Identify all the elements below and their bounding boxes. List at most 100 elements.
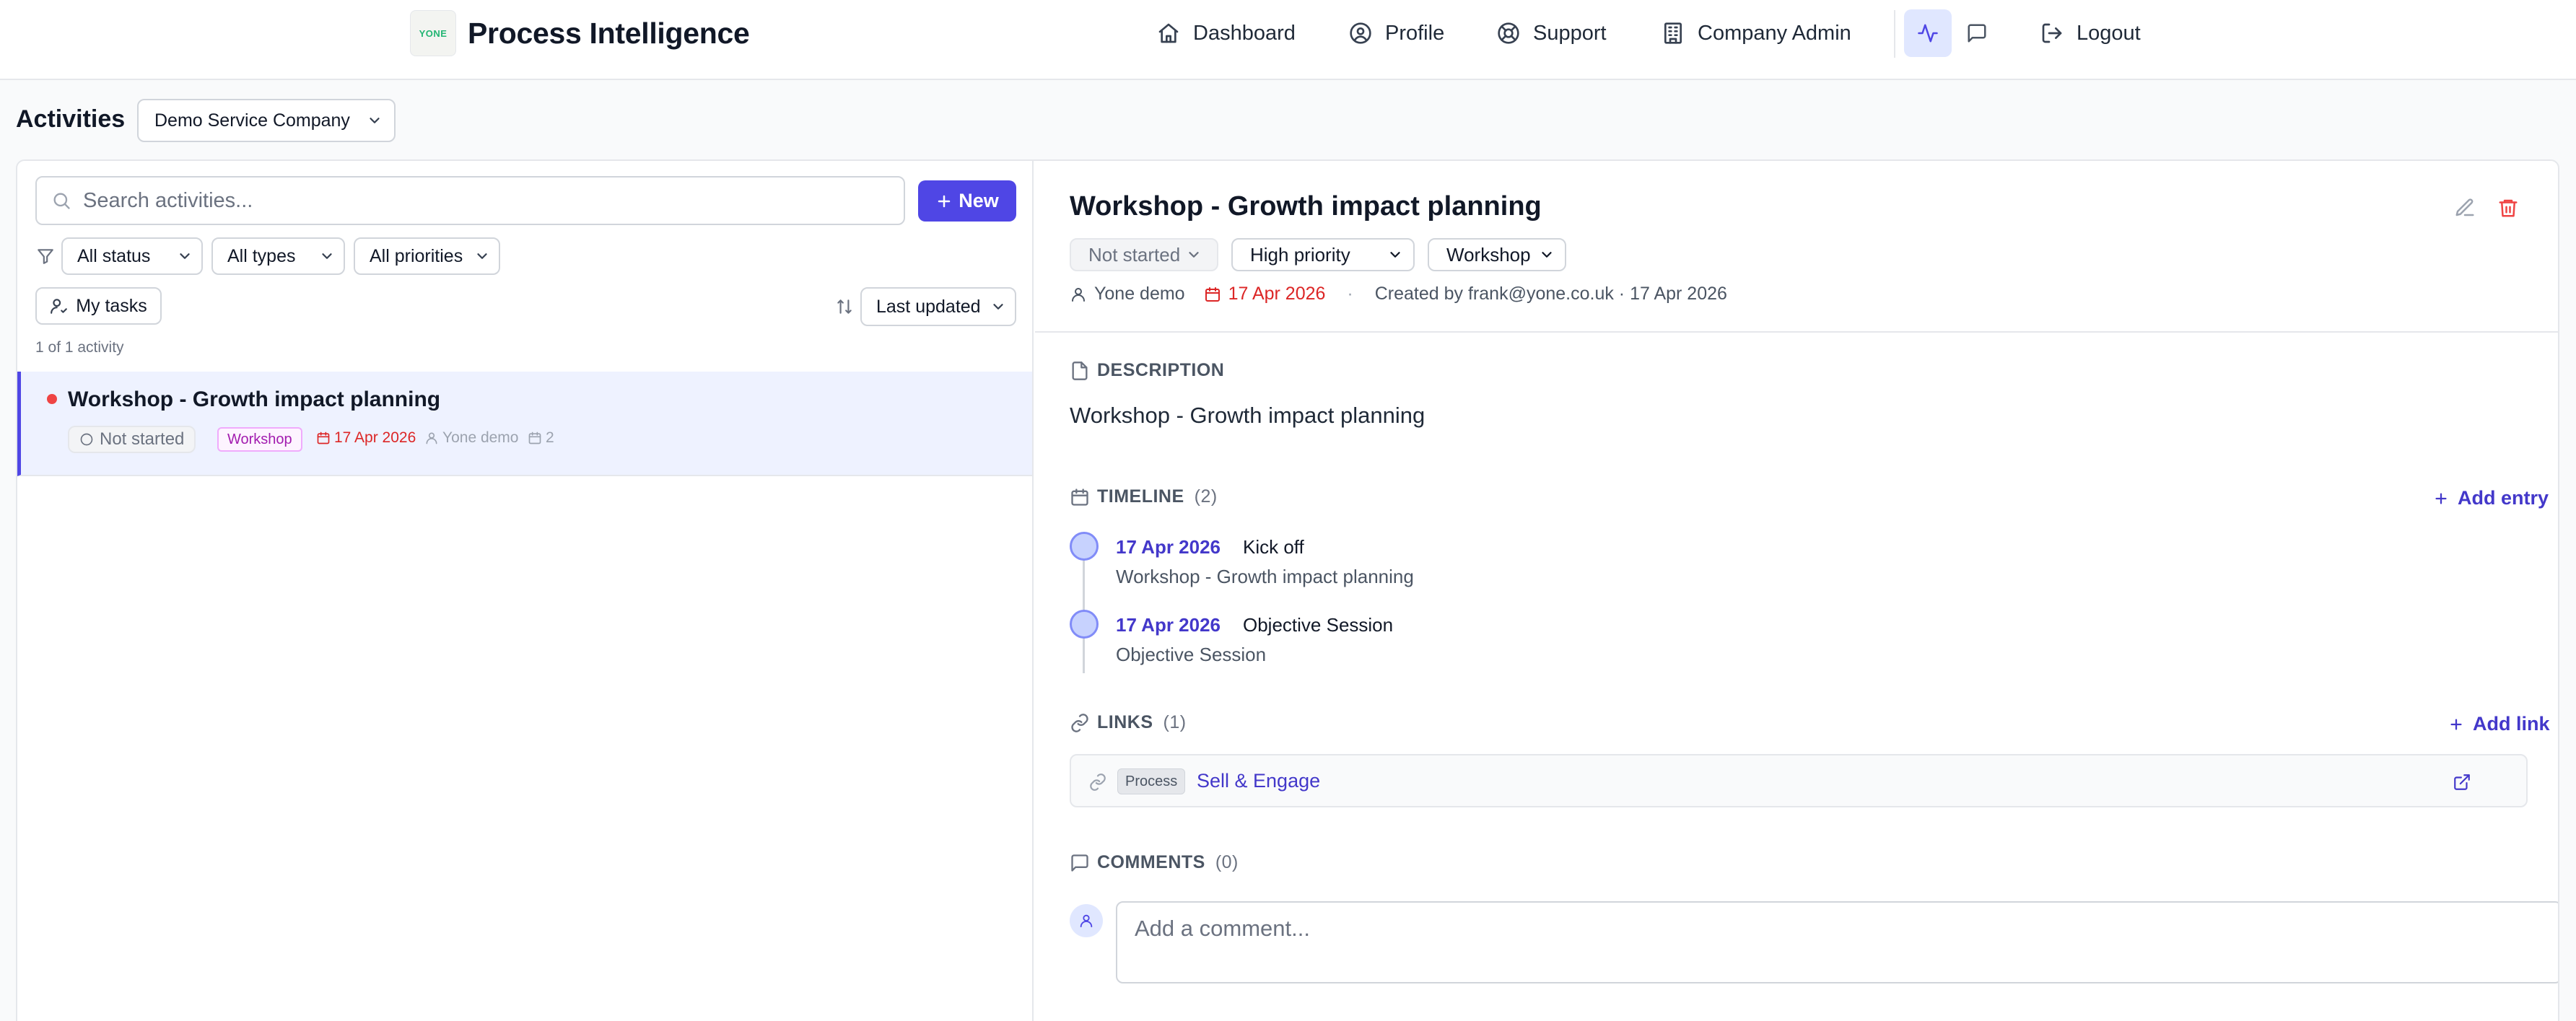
- comment-icon: [1070, 853, 1090, 873]
- chevron-down-icon: [367, 113, 383, 128]
- status-select-value: Not started: [1088, 243, 1181, 266]
- brand[interactable]: YONE Process Intelligence: [410, 9, 750, 58]
- type-select[interactable]: Workshop: [1428, 238, 1566, 271]
- status-filter[interactable]: All status: [61, 237, 203, 275]
- nav-company-admin-label: Company Admin: [1698, 21, 1851, 45]
- timeline-section-label: TIMELINE (2): [1070, 486, 1218, 507]
- type-badge: Workshop: [217, 427, 302, 452]
- chevron-down-icon: [474, 248, 490, 264]
- status-badge-label: Not started: [100, 429, 185, 449]
- due-date: 17 Apr 2026: [316, 429, 416, 447]
- list-item[interactable]: Workshop - Growth impact planning Not st…: [17, 372, 1032, 476]
- company-select[interactable]: Demo Service Company: [137, 99, 396, 142]
- links-label: LINKS: [1097, 712, 1153, 732]
- user-icon: [1078, 913, 1094, 929]
- plus-icon: [935, 193, 953, 210]
- sort-select[interactable]: Last updated: [860, 287, 1016, 326]
- due-date-value: 17 Apr 2026: [1228, 284, 1326, 304]
- type-filter-value: All types: [227, 245, 296, 266]
- description-text: Workshop - Growth impact planning: [1070, 403, 1425, 428]
- nav-dashboard[interactable]: Dashboard: [1157, 17, 1296, 50]
- created-info: Created by frank@yone.co.uk · 17 Apr 202…: [1374, 284, 1727, 304]
- circle-icon: [79, 432, 94, 447]
- top-nav: YONE Process Intelligence Dashboard Prof…: [0, 0, 2576, 80]
- assignee-label: Yone demo: [442, 429, 519, 446]
- activity-button[interactable]: [1904, 9, 1952, 57]
- my-tasks-button[interactable]: My tasks: [35, 287, 162, 325]
- sort-icon: [835, 297, 854, 316]
- nav-dashboard-label: Dashboard: [1193, 21, 1296, 45]
- meta-separator: ·: [1347, 284, 1353, 304]
- priority-select[interactable]: High priority: [1231, 238, 1415, 271]
- link-card: Process Sell & Engage: [1070, 754, 2528, 807]
- document-icon: [1070, 361, 1090, 381]
- sort-select-value: Last updated: [876, 296, 981, 317]
- activity-icon: [1917, 22, 1939, 44]
- nav-divider: [1894, 10, 1895, 58]
- list-item-title: Workshop - Growth impact planning: [68, 387, 441, 411]
- edit-icon[interactable]: [2454, 197, 2476, 219]
- detail-meta: Yone demo 17 Apr 2026 · Created by frank…: [1070, 284, 1727, 304]
- chevron-down-icon: [177, 248, 193, 264]
- calendar-icon: [528, 431, 542, 445]
- chat-button[interactable]: [1953, 9, 2001, 57]
- timeline-entry-title: Objective Session: [1243, 614, 1394, 636]
- timeline-entry-date: 17 Apr 2026: [1116, 536, 1221, 558]
- comments-count: (0): [1215, 852, 1239, 872]
- my-tasks-label: My tasks: [76, 295, 147, 316]
- chevron-down-icon: [1387, 247, 1403, 263]
- chevron-down-icon: [1539, 247, 1555, 263]
- nav-support[interactable]: Support: [1497, 17, 1607, 50]
- search-input[interactable]: [83, 188, 877, 213]
- comment-input[interactable]: [1116, 901, 2558, 983]
- link-icon: [1070, 713, 1090, 733]
- external-link-icon[interactable]: [2453, 773, 2471, 792]
- assignee: Yone demo: [424, 429, 518, 447]
- priority-select-value: High priority: [1250, 243, 1350, 266]
- timeline-entry-desc: Objective Session: [1116, 644, 1267, 665]
- logout-button[interactable]: Logout: [2040, 17, 2141, 50]
- logout-icon: [2040, 22, 2064, 45]
- nav-company-admin[interactable]: Company Admin: [1662, 17, 1851, 50]
- add-link-button[interactable]: Add link: [2448, 713, 2550, 735]
- search-icon: [51, 190, 71, 211]
- brand-logo: YONE: [410, 10, 456, 56]
- search-field[interactable]: [35, 176, 905, 225]
- timeline-node: [1070, 532, 1099, 561]
- nav-profile-label: Profile: [1385, 21, 1445, 45]
- chevron-down-icon: [319, 248, 335, 264]
- avatar: [1070, 904, 1103, 937]
- description-label: DESCRIPTION: [1097, 360, 1225, 380]
- link-title[interactable]: Sell & Engage: [1197, 770, 1320, 792]
- status-filter-value: All status: [77, 245, 151, 266]
- trash-icon[interactable]: [2497, 197, 2519, 219]
- logout-label: Logout: [2077, 21, 2141, 45]
- header-divider: [1035, 331, 2558, 333]
- type-select-value: Workshop: [1446, 243, 1531, 266]
- timeline-entry-title: Kick off: [1243, 536, 1304, 558]
- activities-card: New All status All types All priorities: [16, 159, 2559, 1021]
- timeline-node: [1070, 610, 1099, 639]
- chevron-down-icon: [1186, 247, 1202, 263]
- new-activity-button[interactable]: New: [918, 180, 1016, 222]
- new-button-label: New: [959, 190, 999, 211]
- user-circle-icon: [1349, 22, 1372, 45]
- chat-icon: [1966, 22, 1988, 44]
- type-filter[interactable]: All types: [211, 237, 345, 275]
- add-entry-label: Add entry: [2458, 487, 2549, 509]
- add-entry-button[interactable]: Add entry: [2433, 487, 2549, 509]
- app-title: Process Intelligence: [468, 16, 750, 50]
- links-count: (1): [1163, 712, 1187, 732]
- calendar-icon: [316, 431, 331, 445]
- status-select[interactable]: Not started: [1070, 238, 1218, 271]
- timeline-entry-date: 17 Apr 2026: [1116, 614, 1221, 636]
- links-section-label: LINKS (1): [1070, 712, 1187, 733]
- nav-profile[interactable]: Profile: [1349, 17, 1444, 50]
- user-icon: [1070, 286, 1087, 303]
- entry-count-label: 2: [546, 429, 554, 446]
- priority-filter[interactable]: All priorities: [354, 237, 500, 275]
- filter-icon: [36, 247, 55, 266]
- timeline-entry-desc: Workshop - Growth impact planning: [1116, 566, 1414, 587]
- link-type-badge: Process: [1117, 768, 1186, 794]
- user-icon: [424, 431, 439, 445]
